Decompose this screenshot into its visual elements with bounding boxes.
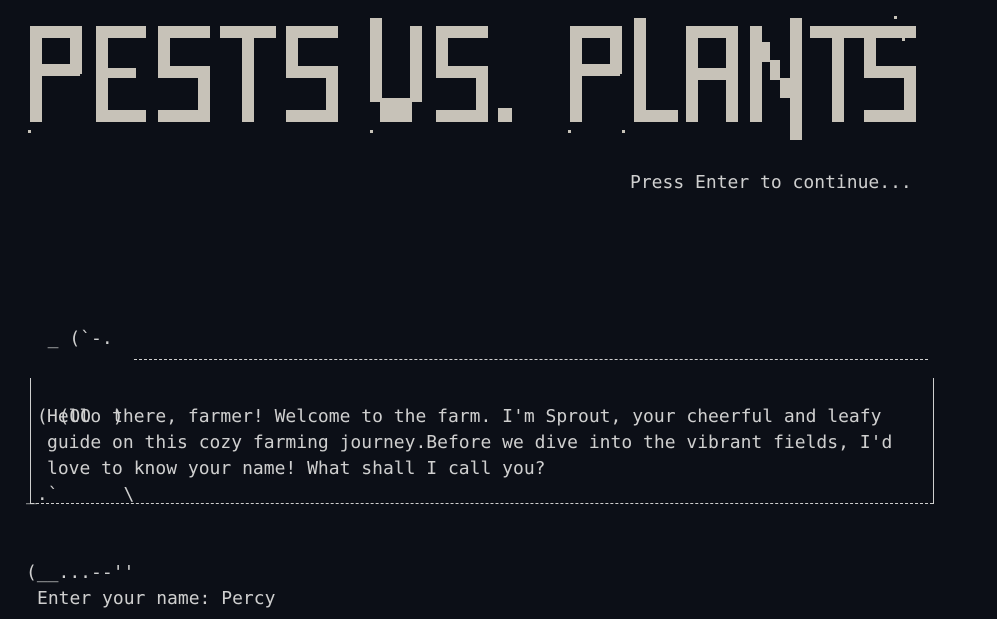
name-input-line[interactable]: Enter your name: Percy [37,588,275,610]
dialog-line: Hello there, farmer! Welcome to the farm… [47,406,882,427]
dialog-top-rule [134,359,928,360]
dialog-box: Hello there, farmer! Welcome to the farm… [30,378,934,504]
terminal-window[interactable]: Press Enter to continue... _ (`-. ( (OO … [0,0,997,619]
dialog-line: love to know your name! What shall I cal… [47,458,546,479]
name-input-label: Enter your name: [37,588,222,609]
mascot-line: (__...--'' [26,562,135,583]
title-banner-art [28,16,916,140]
continue-prompt: Press Enter to continue... [630,172,912,193]
title-banner [26,8,926,148]
mascot-line: _ (`-. [26,328,113,349]
dialog-line: guide on this cozy farming journey.Befor… [47,432,893,453]
dialog-text: Hello there, farmer! Welcome to the farm… [47,404,917,482]
name-input-value[interactable]: Percy [221,588,275,609]
